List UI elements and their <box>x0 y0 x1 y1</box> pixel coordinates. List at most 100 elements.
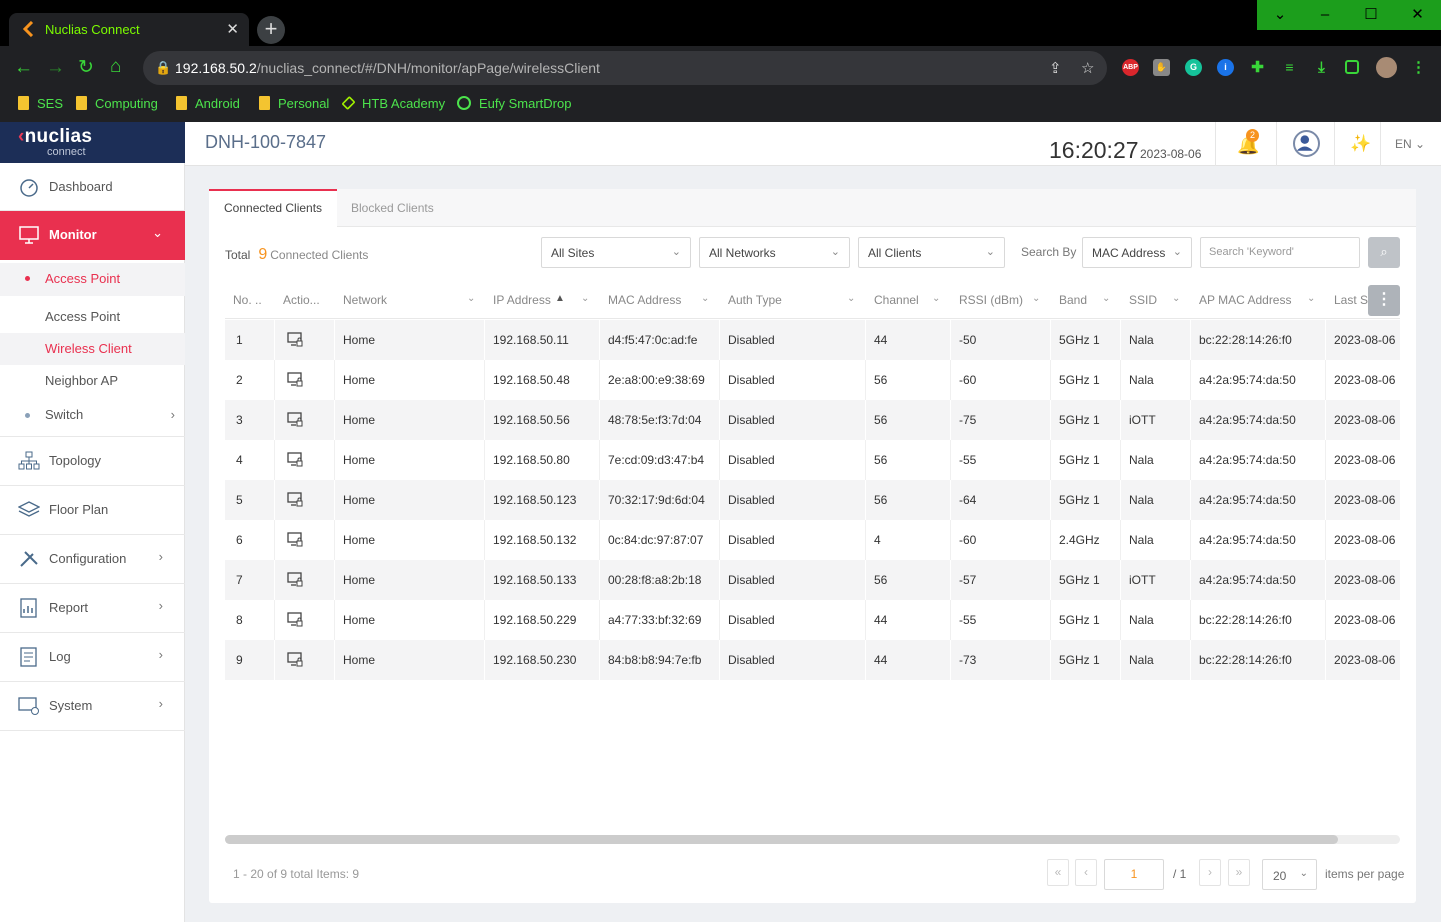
side-panel-icon[interactable] <box>1345 60 1359 74</box>
sidebar-item-report[interactable]: Report › <box>0 584 185 633</box>
chevron-down-icon[interactable]: ⌄ <box>1307 293 1315 304</box>
sidebar-sub-switch[interactable]: Switch › <box>0 399 185 437</box>
user-avatar-icon[interactable] <box>1293 130 1320 157</box>
grammarly-icon[interactable]: G <box>1185 59 1202 76</box>
table-row[interactable]: 4 Home 192.168.50.80 7e:cd:09:d3:47:b4 Disab… <box>225 440 1400 480</box>
lock-icon[interactable]: 🔒 <box>155 60 171 76</box>
first-page-button[interactable]: « <box>1047 859 1069 886</box>
col-ip-address[interactable]: IP Address <box>493 293 551 307</box>
chevron-down-icon[interactable]: ⌄ <box>932 293 940 304</box>
clients-select[interactable]: All Clients ⌄ <box>858 237 1005 268</box>
block-client-icon[interactable] <box>287 532 303 547</box>
language-select[interactable]: EN ⌄ <box>1395 137 1425 151</box>
block-client-icon[interactable] <box>287 332 303 347</box>
chevron-down-icon[interactable]: ⌄ <box>1172 293 1180 304</box>
chevron-down-icon[interactable]: ⌄ <box>847 293 855 304</box>
tab-connected-clients[interactable]: Connected Clients <box>209 189 338 227</box>
maximize-button[interactable]: ☐ <box>1348 0 1394 30</box>
block-client-icon[interactable] <box>287 412 303 427</box>
bookmark-eufy[interactable]: Eufy SmartDrop <box>457 96 571 114</box>
sidebar-item-log[interactable]: Log › <box>0 633 185 682</box>
chevron-down-icon[interactable]: ⌄ <box>1102 293 1110 304</box>
menu-dots-icon[interactable]: ⋮ <box>1410 59 1427 76</box>
table-row[interactable]: 8 Home 192.168.50.229 a4:77:33:bf:32:69 Disa… <box>225 600 1400 640</box>
sidebar-item-topology[interactable]: Topology <box>0 437 185 486</box>
download-icon[interactable]: ⤓ <box>1313 59 1330 76</box>
col-channel[interactable]: Channel <box>874 293 919 307</box>
chevron-down-icon[interactable]: ⌄ <box>701 293 709 304</box>
close-tab-icon[interactable]: ✕ <box>226 20 239 38</box>
sidebar-sub-neighbor-ap[interactable]: Neighbor AP <box>0 365 185 397</box>
column-settings-button[interactable]: ⋮ <box>1368 285 1400 316</box>
sidebar-sub-wireless-client[interactable]: Wireless Client <box>0 333 185 365</box>
home-icon[interactable]: ⌂ <box>110 57 121 77</box>
reading-list-icon[interactable]: ≡ <box>1281 59 1298 76</box>
tab-search-button[interactable]: ⌄ <box>1257 0 1303 30</box>
bookmark-htb-academy[interactable]: HTB Academy <box>341 95 445 114</box>
bookmark-android[interactable]: Android <box>176 96 240 114</box>
password-manager-icon[interactable]: i <box>1217 59 1234 76</box>
page-size-select[interactable]: 20 ⌄ <box>1262 859 1317 890</box>
block-client-icon[interactable] <box>287 452 303 467</box>
col-auth-type[interactable]: Auth Type <box>728 293 782 307</box>
networks-select[interactable]: All Networks ⌄ <box>699 237 850 268</box>
tab-blocked-clients[interactable]: Blocked Clients <box>336 189 449 227</box>
col-rssi[interactable]: RSSI (dBm) <box>959 293 1023 307</box>
table-row[interactable]: 2 Home 192.168.50.48 2e:a8:00:e9:38:69 Disab… <box>225 360 1400 400</box>
scrollbar-thumb[interactable] <box>225 835 1338 844</box>
table-row[interactable]: 1 Home 192.168.50.11 d4:f5:47:0c:ad:fe Disab… <box>225 320 1400 360</box>
next-page-button[interactable]: › <box>1199 859 1221 886</box>
sort-ascending-icon[interactable]: ▲ <box>555 293 565 304</box>
reload-icon[interactable]: ↻ <box>78 58 94 78</box>
wizard-wand-icon[interactable]: ✨ <box>1350 134 1371 154</box>
last-page-button[interactable]: » <box>1228 859 1250 886</box>
bookmark-personal[interactable]: Personal <box>259 96 329 114</box>
block-client-icon[interactable] <box>287 652 303 667</box>
col-ssid[interactable]: SSID <box>1129 293 1157 307</box>
extension-icon[interactable]: ✋ <box>1153 59 1170 76</box>
table-row[interactable]: 5 Home 192.168.50.123 70:32:17:9d:6d:04 Disa… <box>225 480 1400 520</box>
profile-avatar-icon[interactable] <box>1376 57 1397 78</box>
new-tab-button[interactable]: + <box>257 16 285 44</box>
bookmark-ses[interactable]: SES <box>18 96 63 114</box>
share-icon[interactable]: ⇪ <box>1049 59 1062 77</box>
search-button[interactable]: ⌕ <box>1368 237 1400 268</box>
bookmark-computing[interactable]: Computing <box>76 96 158 114</box>
nuclias-logo[interactable]: ‹nuclias connect <box>0 122 185 163</box>
adblock-icon[interactable]: ABP <box>1122 59 1139 76</box>
chevron-down-icon[interactable]: ⌄ <box>1032 293 1040 304</box>
prev-page-button[interactable]: ‹ <box>1075 859 1097 886</box>
block-client-icon[interactable] <box>287 492 303 507</box>
sidebar-sub-access-point[interactable]: Access Point <box>0 301 185 333</box>
keyword-search-input[interactable]: Search 'Keyword' <box>1200 237 1360 268</box>
col-no[interactable]: No. .. <box>233 293 262 307</box>
table-row[interactable]: 7 Home 192.168.50.133 00:28:f8:a8:2b:18 Disa… <box>225 560 1400 600</box>
block-client-icon[interactable] <box>287 572 303 587</box>
col-network[interactable]: Network <box>343 293 387 307</box>
browser-tab[interactable]: Nuclias Connect ✕ <box>9 13 249 46</box>
sites-select[interactable]: All Sites ⌄ <box>541 237 691 268</box>
sidebar-item-monitor[interactable]: Monitor ⌄ <box>0 211 185 260</box>
extensions-puzzle-icon[interactable]: ✚ <box>1249 59 1266 76</box>
col-mac-address[interactable]: MAC Address <box>608 293 681 307</box>
sidebar-item-system[interactable]: System › <box>0 682 185 731</box>
col-ap-mac-address[interactable]: AP MAC Address <box>1199 293 1291 307</box>
table-row[interactable]: 9 Home 192.168.50.230 84:b8:b8:94:7e:fb Disa… <box>225 640 1400 680</box>
back-icon[interactable]: ← <box>14 58 33 78</box>
horizontal-scrollbar[interactable] <box>225 835 1400 844</box>
table-row[interactable]: 6 Home 192.168.50.132 0c:84:dc:97:87:07 Disa… <box>225 520 1400 560</box>
bookmark-star-icon[interactable]: ☆ <box>1081 59 1094 77</box>
chevron-down-icon[interactable]: ⌄ <box>467 293 475 304</box>
address-bar[interactable]: 🔒 192.168.50.2/nuclias_connect/#/DNH/mon… <box>143 51 1107 85</box>
col-action[interactable]: Actio... <box>283 293 320 307</box>
block-client-icon[interactable] <box>287 372 303 387</box>
block-client-icon[interactable] <box>287 612 303 627</box>
search-by-select[interactable]: MAC Address ⌄ <box>1082 237 1192 268</box>
minimize-button[interactable]: – <box>1302 0 1348 30</box>
table-row[interactable]: 3 Home 192.168.50.56 48:78:5e:f3:7d:04 Disab… <box>225 400 1400 440</box>
col-band[interactable]: Band <box>1059 293 1087 307</box>
sidebar-item-configuration[interactable]: Configuration › <box>0 535 185 584</box>
close-window-button[interactable]: ✕ <box>1394 0 1441 30</box>
sidebar-item-floor-plan[interactable]: Floor Plan <box>0 486 185 535</box>
page-number-input[interactable]: 1 <box>1104 859 1164 890</box>
